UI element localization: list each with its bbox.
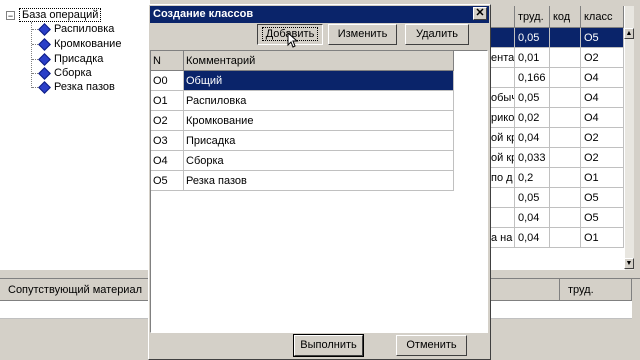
grid-cell-labor[interactable]: 0,04 bbox=[515, 128, 550, 148]
grid-header-class[interactable]: класс bbox=[581, 6, 624, 28]
class-number[interactable]: O2 bbox=[151, 111, 184, 131]
grid-cell-code[interactable] bbox=[550, 68, 581, 88]
tree-root[interactable]: − База операций bbox=[6, 8, 102, 22]
mouse-pointer-icon bbox=[287, 32, 299, 48]
grid-cell-class[interactable]: O1 bbox=[581, 228, 624, 248]
grid-cell-labor[interactable]: 0,05 bbox=[515, 28, 550, 48]
grid-cell-code[interactable] bbox=[550, 28, 581, 48]
scroll-up-icon[interactable]: ▲ bbox=[624, 28, 634, 39]
grid-cell-labor[interactable]: 0,05 bbox=[515, 188, 550, 208]
operation-icon bbox=[38, 66, 51, 80]
operation-icon bbox=[38, 37, 51, 51]
delete-button[interactable]: Удалить bbox=[405, 24, 469, 45]
grid-cell-code[interactable] bbox=[550, 148, 581, 168]
grid-cell-class[interactable]: O2 bbox=[581, 48, 624, 68]
grid-header-comment[interactable] bbox=[488, 6, 515, 28]
class-comment[interactable]: Присадка bbox=[184, 131, 454, 151]
class-comment[interactable]: Кромкование bbox=[184, 111, 454, 131]
tree-item-sawing[interactable]: Распиловка bbox=[32, 22, 114, 37]
grid-cell-comment[interactable]: рико bbox=[488, 108, 515, 128]
create-classes-dialog: Создание классов ✕ Добавить Изменить Уда… bbox=[148, 4, 491, 360]
materials-header-labor[interactable]: труд. bbox=[560, 279, 632, 301]
grid-cell-class[interactable]: O4 bbox=[581, 88, 624, 108]
dialog-title: Создание классов bbox=[150, 6, 489, 23]
grid-cell-code[interactable] bbox=[550, 168, 581, 188]
grid-cell-comment[interactable] bbox=[488, 208, 515, 228]
grid-cell-class[interactable]: O4 bbox=[581, 68, 624, 88]
tree-item-edging[interactable]: Кромкование bbox=[32, 37, 121, 52]
class-comment[interactable]: Сборка bbox=[184, 151, 454, 171]
grid-cell-code[interactable] bbox=[550, 188, 581, 208]
grid-cell-comment[interactable] bbox=[488, 68, 515, 88]
operation-icon bbox=[38, 52, 51, 66]
grid-cell-comment[interactable] bbox=[488, 28, 515, 48]
class-number[interactable]: O5 bbox=[151, 171, 184, 191]
close-icon[interactable]: ✕ bbox=[473, 7, 487, 20]
grid-header-code[interactable]: код bbox=[550, 6, 581, 28]
grid-cell-comment[interactable]: ой кр bbox=[488, 148, 515, 168]
scroll-down-icon[interactable]: ▼ bbox=[624, 258, 634, 269]
grid-cell-labor[interactable]: 0,2 bbox=[515, 168, 550, 188]
tree-item-assembly[interactable]: Сборка bbox=[32, 66, 92, 81]
class-number[interactable]: O1 bbox=[151, 91, 184, 111]
class-row[interactable]: O4 Сборка bbox=[151, 151, 454, 171]
tree-item-groove-cutting[interactable]: Резка пазов bbox=[32, 80, 115, 95]
grid-cell-code[interactable] bbox=[550, 88, 581, 108]
grid-cell-comment[interactable]: по д bbox=[488, 168, 515, 188]
grid-cell-code[interactable] bbox=[550, 128, 581, 148]
materials-header[interactable]: Сопутствующий материал bbox=[0, 279, 150, 301]
grid-cell-labor[interactable]: 0,04 bbox=[515, 228, 550, 248]
grid-cell-comment[interactable] bbox=[488, 188, 515, 208]
tree-root-label[interactable]: База операций bbox=[19, 8, 102, 22]
grid-cell-comment[interactable]: а на у bbox=[488, 228, 515, 248]
cancel-button[interactable]: Отменить bbox=[396, 335, 467, 356]
class-comment[interactable]: Распиловка bbox=[184, 91, 454, 111]
grid-cell-class[interactable]: O5 bbox=[581, 28, 624, 48]
class-comment[interactable]: Резка пазов bbox=[184, 171, 454, 191]
tree-item-drilling[interactable]: Присадка bbox=[32, 52, 103, 67]
grid-cell-labor[interactable]: 0,01 bbox=[515, 48, 550, 68]
class-row[interactable]: O2 Кромкование bbox=[151, 111, 454, 131]
grid-header-labor[interactable]: труд. bbox=[515, 6, 550, 28]
grid-cell-class[interactable]: O5 bbox=[581, 208, 624, 228]
grid-cell-code[interactable] bbox=[550, 108, 581, 128]
grid-cell-labor[interactable]: 0,166 bbox=[515, 68, 550, 88]
class-row[interactable]: O3 Присадка bbox=[151, 131, 454, 151]
class-row[interactable]: O5 Резка пазов bbox=[151, 171, 454, 191]
classes-table[interactable]: N Комментарий O0 Общий O1 Распиловка O2 Кромк… bbox=[150, 50, 488, 333]
grid-cell-class[interactable]: O2 bbox=[581, 148, 624, 168]
class-row[interactable]: O1 Распиловка bbox=[151, 91, 454, 111]
grid-cell-comment[interactable]: обыч bbox=[488, 88, 515, 108]
class-number[interactable]: O4 bbox=[151, 151, 184, 171]
operations-grid[interactable]: труд. код класс 0,05 O5 ента 0,01 O2 0,166 O4 о… bbox=[488, 6, 624, 270]
grid-cell-comment[interactable]: ента bbox=[488, 48, 515, 68]
grid-cell-labor[interactable]: 0,04 bbox=[515, 208, 550, 228]
grid-cell-code[interactable] bbox=[550, 208, 581, 228]
class-number[interactable]: O3 bbox=[151, 131, 184, 151]
grid-scrollbar[interactable]: ▲ ▼ bbox=[624, 6, 634, 270]
grid-cell-labor[interactable]: 0,02 bbox=[515, 108, 550, 128]
grid-cell-class[interactable]: O5 bbox=[581, 188, 624, 208]
operations-tree[interactable]: − База операций Распиловка Кромкование Пр… bbox=[0, 0, 150, 270]
grid-cell-code[interactable] bbox=[550, 228, 581, 248]
grid-cell-labor[interactable]: 0,033 bbox=[515, 148, 550, 168]
operation-icon bbox=[38, 22, 51, 36]
grid-cell-class[interactable]: O2 bbox=[581, 128, 624, 148]
grid-cell-class[interactable]: O1 bbox=[581, 168, 624, 188]
grid-cell-class[interactable]: O4 bbox=[581, 108, 624, 128]
execute-button[interactable]: Выполнить bbox=[293, 334, 364, 357]
operation-icon bbox=[38, 80, 51, 94]
grid-cell-labor[interactable]: 0,05 bbox=[515, 88, 550, 108]
collapse-icon[interactable]: − bbox=[6, 10, 15, 20]
grid-cell-comment[interactable]: ой кр bbox=[488, 128, 515, 148]
edit-button[interactable]: Изменить bbox=[328, 24, 397, 45]
class-number[interactable]: O0 bbox=[151, 71, 184, 91]
header-number[interactable]: N bbox=[151, 51, 184, 71]
grid-cell-code[interactable] bbox=[550, 48, 581, 68]
class-comment[interactable]: Общий bbox=[184, 71, 454, 91]
class-row[interactable]: O0 Общий bbox=[151, 71, 454, 91]
header-comment[interactable]: Комментарий bbox=[184, 51, 454, 71]
